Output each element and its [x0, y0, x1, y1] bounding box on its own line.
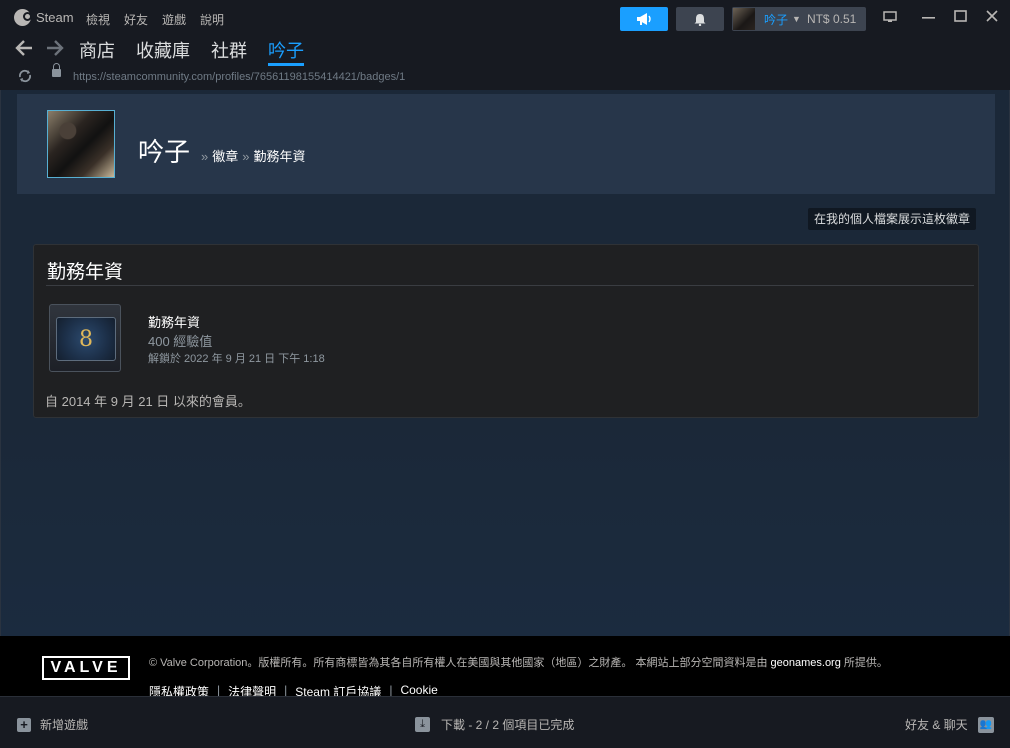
lock-icon: [52, 63, 61, 77]
downloads-label: 下載 - 2 / 2 個項目已完成: [441, 718, 575, 732]
monitor-icon[interactable]: [883, 11, 897, 23]
tab-library[interactable]: 收藏庫: [136, 37, 190, 66]
panel-title: 勤務年資: [47, 262, 124, 283]
showcase-badge-button[interactable]: 在我的個人檔案展示這枚徽章: [808, 208, 977, 230]
megaphone-icon: [637, 13, 651, 25]
nav-tabs: 商店 收藏庫 社群 吟子: [79, 37, 304, 66]
account-name: 吟子: [764, 12, 789, 27]
tab-profile[interactable]: 吟子: [268, 37, 304, 66]
downloads-button[interactable]: ⤓ 下載 - 2 / 2 個項目已完成: [415, 716, 574, 733]
geonames-link[interactable]: geonames.org: [771, 657, 841, 669]
title-bar: Steam 檢視 好友 遊戲 說明 吟子 ▼ NT$ 0.51: [0, 0, 1010, 36]
breadcrumb-current[interactable]: 勤務年資: [253, 149, 305, 164]
breadcrumb-badges[interactable]: 徽章: [212, 149, 238, 164]
copyright-main: © Valve Corporation。版權所有。所有商標皆為其各自所有權人在美…: [149, 657, 768, 669]
profile-name[interactable]: 吟子: [138, 132, 190, 169]
url-bar: https://steamcommunity.com/profiles/7656…: [0, 63, 1010, 90]
breadcrumb-separator: »: [201, 149, 209, 164]
steam-menu-label: Steam: [36, 10, 74, 25]
friends-icon: 👥: [977, 716, 994, 733]
minimize-icon[interactable]: [922, 17, 935, 20]
notifications-button[interactable]: [676, 7, 724, 31]
add-game-button[interactable]: + 新增遊戲: [17, 716, 88, 733]
close-icon[interactable]: [986, 10, 998, 22]
steam-menu[interactable]: Steam: [14, 9, 74, 26]
badge-unlock-date: 解鎖於 2022 年 9 月 21 日 下午 1:18: [148, 353, 325, 365]
divider: [46, 285, 974, 286]
back-arrow-icon[interactable]: [14, 39, 34, 57]
copyright-tail: 所提供。: [843, 657, 888, 669]
menu-bar: 檢視 好友 遊戲 說明: [86, 11, 224, 28]
member-since: 自 2014 年 9 月 21 日 以來的會員。: [45, 394, 251, 409]
breadcrumb: » 徽章» 勤務年資: [197, 146, 306, 165]
maximize-icon[interactable]: [954, 10, 967, 22]
menu-help[interactable]: 說明: [200, 11, 224, 28]
add-game-label: 新增遊戲: [40, 718, 89, 732]
copyright-text: © Valve Corporation。版權所有。所有商標皆為其各自所有權人在美…: [149, 654, 888, 670]
wallet-balance: NT$ 0.51: [806, 12, 857, 26]
friends-chat-label: 好友 & 聊天: [905, 718, 968, 732]
status-bar: + 新增遊戲 ⤓ 下載 - 2 / 2 個項目已完成 好友 & 聊天 👥: [0, 696, 1010, 748]
tab-community[interactable]: 社群: [211, 37, 247, 66]
menu-view[interactable]: 檢視: [86, 11, 110, 28]
friends-chat-button[interactable]: 好友 & 聊天 👥: [905, 716, 994, 733]
breadcrumb-separator: »: [242, 149, 250, 164]
bell-icon: [694, 13, 706, 26]
download-icon: ⤓: [415, 717, 430, 732]
plus-icon: +: [17, 717, 31, 732]
announcements-button[interactable]: [620, 7, 668, 31]
navigation-bar: 商店 收藏庫 社群 吟子: [0, 36, 1010, 66]
chevron-down-icon: ▼: [792, 14, 801, 24]
account-menu[interactable]: 吟子 ▼ NT$ 0.51: [732, 7, 866, 31]
page-content: 吟子 » 徽章» 勤務年資 在我的個人檔案展示這枚徽章 勤務年資 8 勤務年資 40…: [0, 90, 1010, 636]
badge-panel: 勤務年資 8 勤務年資 400 經驗值 解鎖於 2022 年 9 月 21 日 …: [33, 244, 979, 418]
profile-avatar[interactable]: [47, 110, 115, 178]
badge-name: 勤務年資: [148, 315, 201, 330]
menu-friends[interactable]: 好友: [124, 11, 148, 28]
tab-store[interactable]: 商店: [79, 37, 115, 66]
badge-icon: 8: [49, 304, 121, 372]
avatar: [733, 8, 755, 30]
reload-icon[interactable]: [17, 69, 33, 83]
page-footer: VALVE © Valve Corporation。版權所有。所有商標皆為其各自…: [0, 636, 1010, 699]
forward-arrow-icon[interactable]: [45, 39, 65, 57]
url-address[interactable]: https://steamcommunity.com/profiles/7656…: [73, 71, 405, 83]
valve-logo[interactable]: VALVE: [42, 656, 130, 680]
profile-header: 吟子 » 徽章» 勤務年資: [17, 94, 995, 194]
badge-xp: 400 經驗值: [148, 334, 213, 349]
menu-games[interactable]: 遊戲: [162, 11, 186, 28]
years-of-service-badge-icon: 8: [56, 317, 116, 361]
steam-logo-icon: [14, 9, 32, 26]
